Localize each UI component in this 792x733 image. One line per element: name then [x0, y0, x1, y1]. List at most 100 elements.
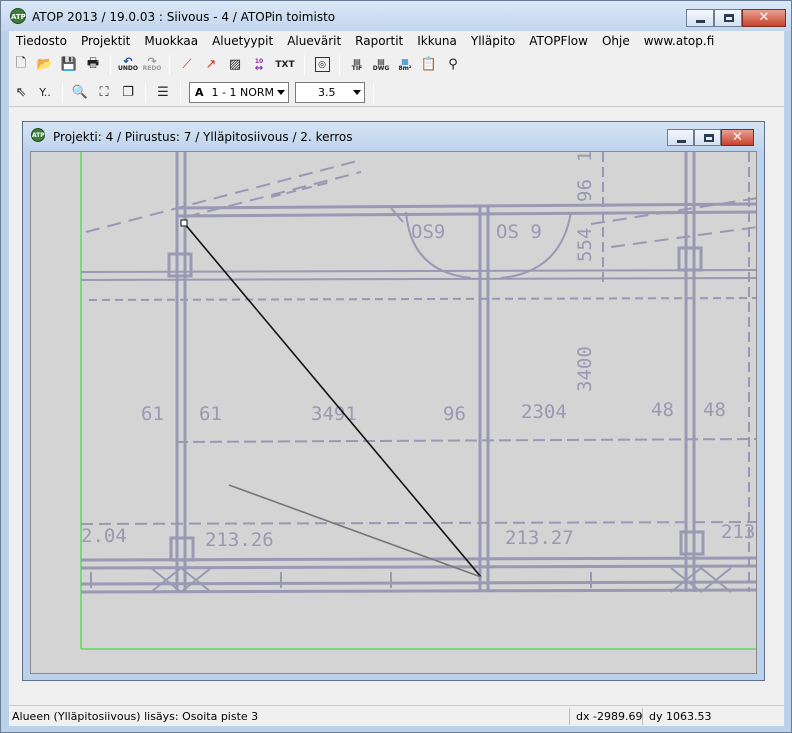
area-vertex-handle[interactable] — [180, 219, 188, 227]
maximize-icon — [704, 134, 714, 142]
atop-logo-icon: ATP — [31, 128, 45, 142]
drawing-window-controls: ✕ — [667, 129, 754, 146]
chevron-down-icon — [277, 90, 285, 95]
room-label: 213 — [721, 521, 755, 543]
dim-label: 3400 — [574, 346, 596, 392]
drawing-canvas[interactable]: 61 61 3491 96 2304 48 48 3400 554 96 15 … — [30, 151, 757, 674]
dwg-button[interactable]: ▤ DWG — [370, 54, 392, 76]
menu-yllapito[interactable]: Ylläpito — [464, 31, 522, 51]
undo-label: UNDO — [118, 64, 138, 72]
dim-label: 61 — [199, 403, 222, 425]
text-label: TXT — [275, 59, 295, 70]
tif-icon: ▤ — [353, 56, 361, 66]
dim-label: 96 — [574, 179, 596, 202]
zoom-icon: 🔍 — [71, 85, 89, 100]
filter-icon: Y.. — [39, 86, 51, 99]
floorplan-svg: 61 61 3491 96 2304 48 48 3400 554 96 15 … — [31, 152, 756, 673]
tif-label: TIF — [351, 64, 363, 72]
close-icon: ✕ — [732, 130, 743, 145]
menu-muokkaa[interactable]: Muokkaa — [137, 31, 205, 51]
layers-button[interactable]: ☰ — [152, 82, 174, 104]
dwg-label: DWG — [372, 64, 390, 72]
area-m2-button[interactable]: ▦ 8m² — [394, 54, 416, 76]
child-close-button[interactable]: ✕ — [721, 129, 754, 146]
layer-value: 1 - 1 NORM — [211, 86, 274, 99]
menu-aluevarit[interactable]: Aluevärit — [280, 31, 348, 51]
dim-label: 48 — [703, 399, 726, 421]
room-label: 213.26 — [205, 529, 274, 551]
dimension-button[interactable]: 10 ↔ — [248, 54, 270, 76]
toolbar-separator — [110, 54, 111, 75]
zoom-value: 3.5 — [318, 86, 336, 99]
tif-button[interactable]: ▤ TIF — [346, 54, 368, 76]
open-button[interactable]: 📂 — [34, 54, 56, 76]
hatch-button[interactable]: ▨ — [224, 54, 246, 76]
menu-raportit[interactable]: Raportit — [348, 31, 410, 51]
zoom-button[interactable]: 🔍 — [69, 82, 91, 104]
redo-button[interactable]: ↷ REDO — [141, 54, 163, 76]
zoom-select[interactable]: 3.5 — [295, 82, 365, 103]
dim-label: 2304 — [521, 401, 567, 423]
status-dx: dx -2989.69 — [576, 710, 643, 723]
maximize-icon — [724, 14, 734, 22]
report-icon: 📋 — [420, 57, 438, 72]
room-label: OS9 — [411, 221, 445, 243]
dim-label: 554 — [574, 228, 596, 262]
area-label: 8m² — [398, 64, 412, 72]
dim-label: 96 — [443, 403, 466, 425]
main-toolbar: 🗋 📂 💾 🖶 ↶ UNDO ↷ REDO ⟋ ↗ ▨ 10 ↔ TXT ◎ ▤ TIF… — [9, 52, 784, 77]
app-title: ATOP 2013 / 19.0.03 : Siivous - 4 / ATOP… — [32, 10, 336, 24]
child-minimize-button[interactable] — [667, 129, 694, 146]
minimize-icon — [696, 20, 705, 23]
drawing-window-title: Projekti: 4 / Piirustus: 7 / Ylläpitosii… — [53, 130, 353, 144]
save-button[interactable]: 💾 — [58, 54, 80, 76]
undo-button[interactable]: ↶ UNDO — [117, 54, 139, 76]
maximize-button[interactable] — [714, 9, 742, 27]
menu-atopflow[interactable]: ATOPFlow — [522, 31, 595, 51]
new-file-button[interactable]: 🗋 — [10, 54, 32, 76]
zoom-extents-button[interactable]: ⛶ — [93, 82, 115, 104]
menu-www[interactable]: www.atop.fi — [637, 31, 722, 51]
copy-view-button[interactable]: ❐ — [117, 82, 139, 104]
status-separator — [569, 708, 570, 725]
select-button[interactable]: ⇖ — [10, 82, 32, 104]
printer-icon: 🖶 — [86, 55, 100, 71]
app-titlebar[interactable]: ATP ATOP 2013 / 19.0.03 : Siivous - 4 / … — [1, 1, 791, 31]
dim-label: 61 — [141, 403, 164, 425]
minimize-button[interactable] — [686, 9, 714, 27]
child-maximize-button[interactable] — [694, 129, 721, 146]
menu-aluetyypit[interactable]: Aluetyypit — [205, 31, 280, 51]
text-button[interactable]: TXT — [272, 54, 298, 76]
dim-label: 48 — [651, 399, 674, 421]
draw-polyline-button[interactable]: ⟋ — [176, 54, 198, 76]
close-button[interactable]: ✕ — [742, 9, 786, 27]
status-message: Alueen (Ylläpitosiivous) lisäys: Osoita … — [12, 710, 259, 723]
menu-ikkuna[interactable]: Ikkuna — [410, 31, 464, 51]
wizard-icon: ⚲ — [448, 57, 458, 72]
wizard-button[interactable]: ⚲ — [442, 54, 464, 76]
snap-target-icon: ◎ — [314, 57, 330, 72]
atop-logo-icon: ATP — [10, 8, 26, 24]
save-icon: 💾 — [60, 57, 78, 72]
room-label: 213.27 — [505, 527, 574, 549]
menu-tiedosto[interactable]: Tiedosto — [9, 31, 74, 51]
snap-button[interactable]: ◎ — [311, 54, 333, 76]
close-icon: ✕ — [758, 10, 770, 25]
menu-projektit[interactable]: Projektit — [74, 31, 137, 51]
hatch-icon: ▨ — [228, 57, 242, 72]
toolbar-separator — [339, 54, 340, 75]
filter-select-button[interactable]: Y.. — [34, 82, 56, 104]
print-button[interactable]: 🖶 — [82, 54, 104, 76]
report-button[interactable]: 📋 — [418, 54, 440, 76]
folder-open-icon: 📂 — [36, 57, 54, 72]
menu-ohje[interactable]: Ohje — [595, 31, 637, 51]
toolbar-separator — [169, 54, 170, 75]
delete-line-icon: ↗ — [205, 57, 217, 72]
polyline-icon: ⟋ — [182, 57, 192, 72]
view-toolbar: ⇖ Y.. 🔍 ⛶ ❐ ☰ A 1 - 1 NORM 3.5 — [9, 79, 784, 107]
app-client: Tiedosto Projektit Muokkaa Aluetyypit Al… — [9, 31, 784, 726]
area-icon: ▦ — [401, 56, 409, 66]
layer-select[interactable]: A 1 - 1 NORM — [189, 82, 289, 103]
delete-line-button[interactable]: ↗ — [200, 54, 222, 76]
drawing-window-titlebar[interactable]: ATP Projekti: 4 / Piirustus: 7 / Ylläpit… — [23, 122, 764, 150]
